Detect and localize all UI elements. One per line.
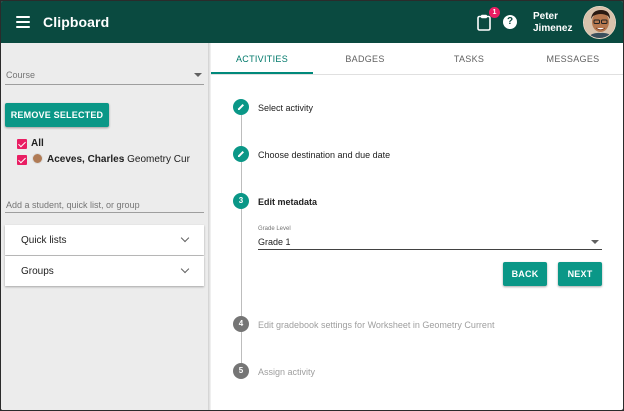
step-2-label[interactable]: Choose destination and due date [258,150,390,160]
help-icon[interactable]: ? [503,15,517,29]
pencil-icon [238,151,244,157]
tab-activities[interactable]: ACTIVITIES [211,43,313,75]
student-avatar [32,153,43,164]
chevron-down-icon [180,264,190,274]
groups-label: Groups [21,266,54,277]
grade-level-caption: Grade Level [258,226,291,232]
tab-indicator [211,72,313,74]
pane-divider [208,43,211,410]
course-select[interactable]: Course [5,65,204,85]
remove-selected-button[interactable]: REMOVE SELECTED [5,103,109,127]
all-checkbox[interactable] [17,139,27,149]
dropdown-arrow-icon [591,240,599,244]
app-bar: Clipboard 1 ? Peter Jimenez [1,1,623,43]
step-4-label: Edit gradebook settings for Worksheet in… [258,320,495,330]
student-name: Aceves, Charles [47,154,125,165]
back-button[interactable]: BACK [503,262,547,286]
menu-icon[interactable] [16,16,30,28]
course-label: Course [6,70,36,80]
dropdown-arrow-icon [194,73,202,77]
step-1-label[interactable]: Select activity [258,103,313,113]
tab-messages[interactable]: MESSAGES [521,43,623,75]
app-title: Clipboard [43,14,110,30]
student-class: - Geometry Cur [121,154,190,165]
quick-lists-panel[interactable]: Quick lists [5,225,204,255]
notification-badge: 1 [489,7,500,18]
chevron-down-icon [180,233,190,243]
tab-tasks[interactable]: TASKS [417,43,521,75]
tab-bar: ACTIVITIES BADGES TASKS MESSAGES [211,43,623,75]
grade-level-value: Grade 1 [258,237,291,247]
user-last-name: Jimenez [533,23,573,34]
quick-lists-label: Quick lists [21,235,67,246]
tab-badges[interactable]: BADGES [313,43,417,75]
clipboard-icon[interactable] [477,14,491,31]
grade-level-select[interactable]: Grade 1 [258,234,602,250]
avatar[interactable] [583,6,616,39]
groups-panel[interactable]: Groups [5,256,204,286]
step-1-done-icon [233,99,249,115]
step-3-number: 3 [233,193,249,209]
add-student-input[interactable] [5,197,204,213]
step-5-label: Assign activity [258,367,316,377]
student-checkbox[interactable] [17,155,27,165]
user-first-name: Peter [533,11,559,22]
pencil-icon [238,104,244,110]
step-2-done-icon [233,146,249,162]
app-window: Clipboard 1 ? Peter Jimenez Course REMOV… [1,1,623,410]
step-3-label: Edit metadata [258,197,318,207]
next-button[interactable]: NEXT [558,262,602,286]
step-4-number: 4 [233,316,249,332]
step-5-number: 5 [233,363,249,379]
all-label: All [31,138,44,149]
